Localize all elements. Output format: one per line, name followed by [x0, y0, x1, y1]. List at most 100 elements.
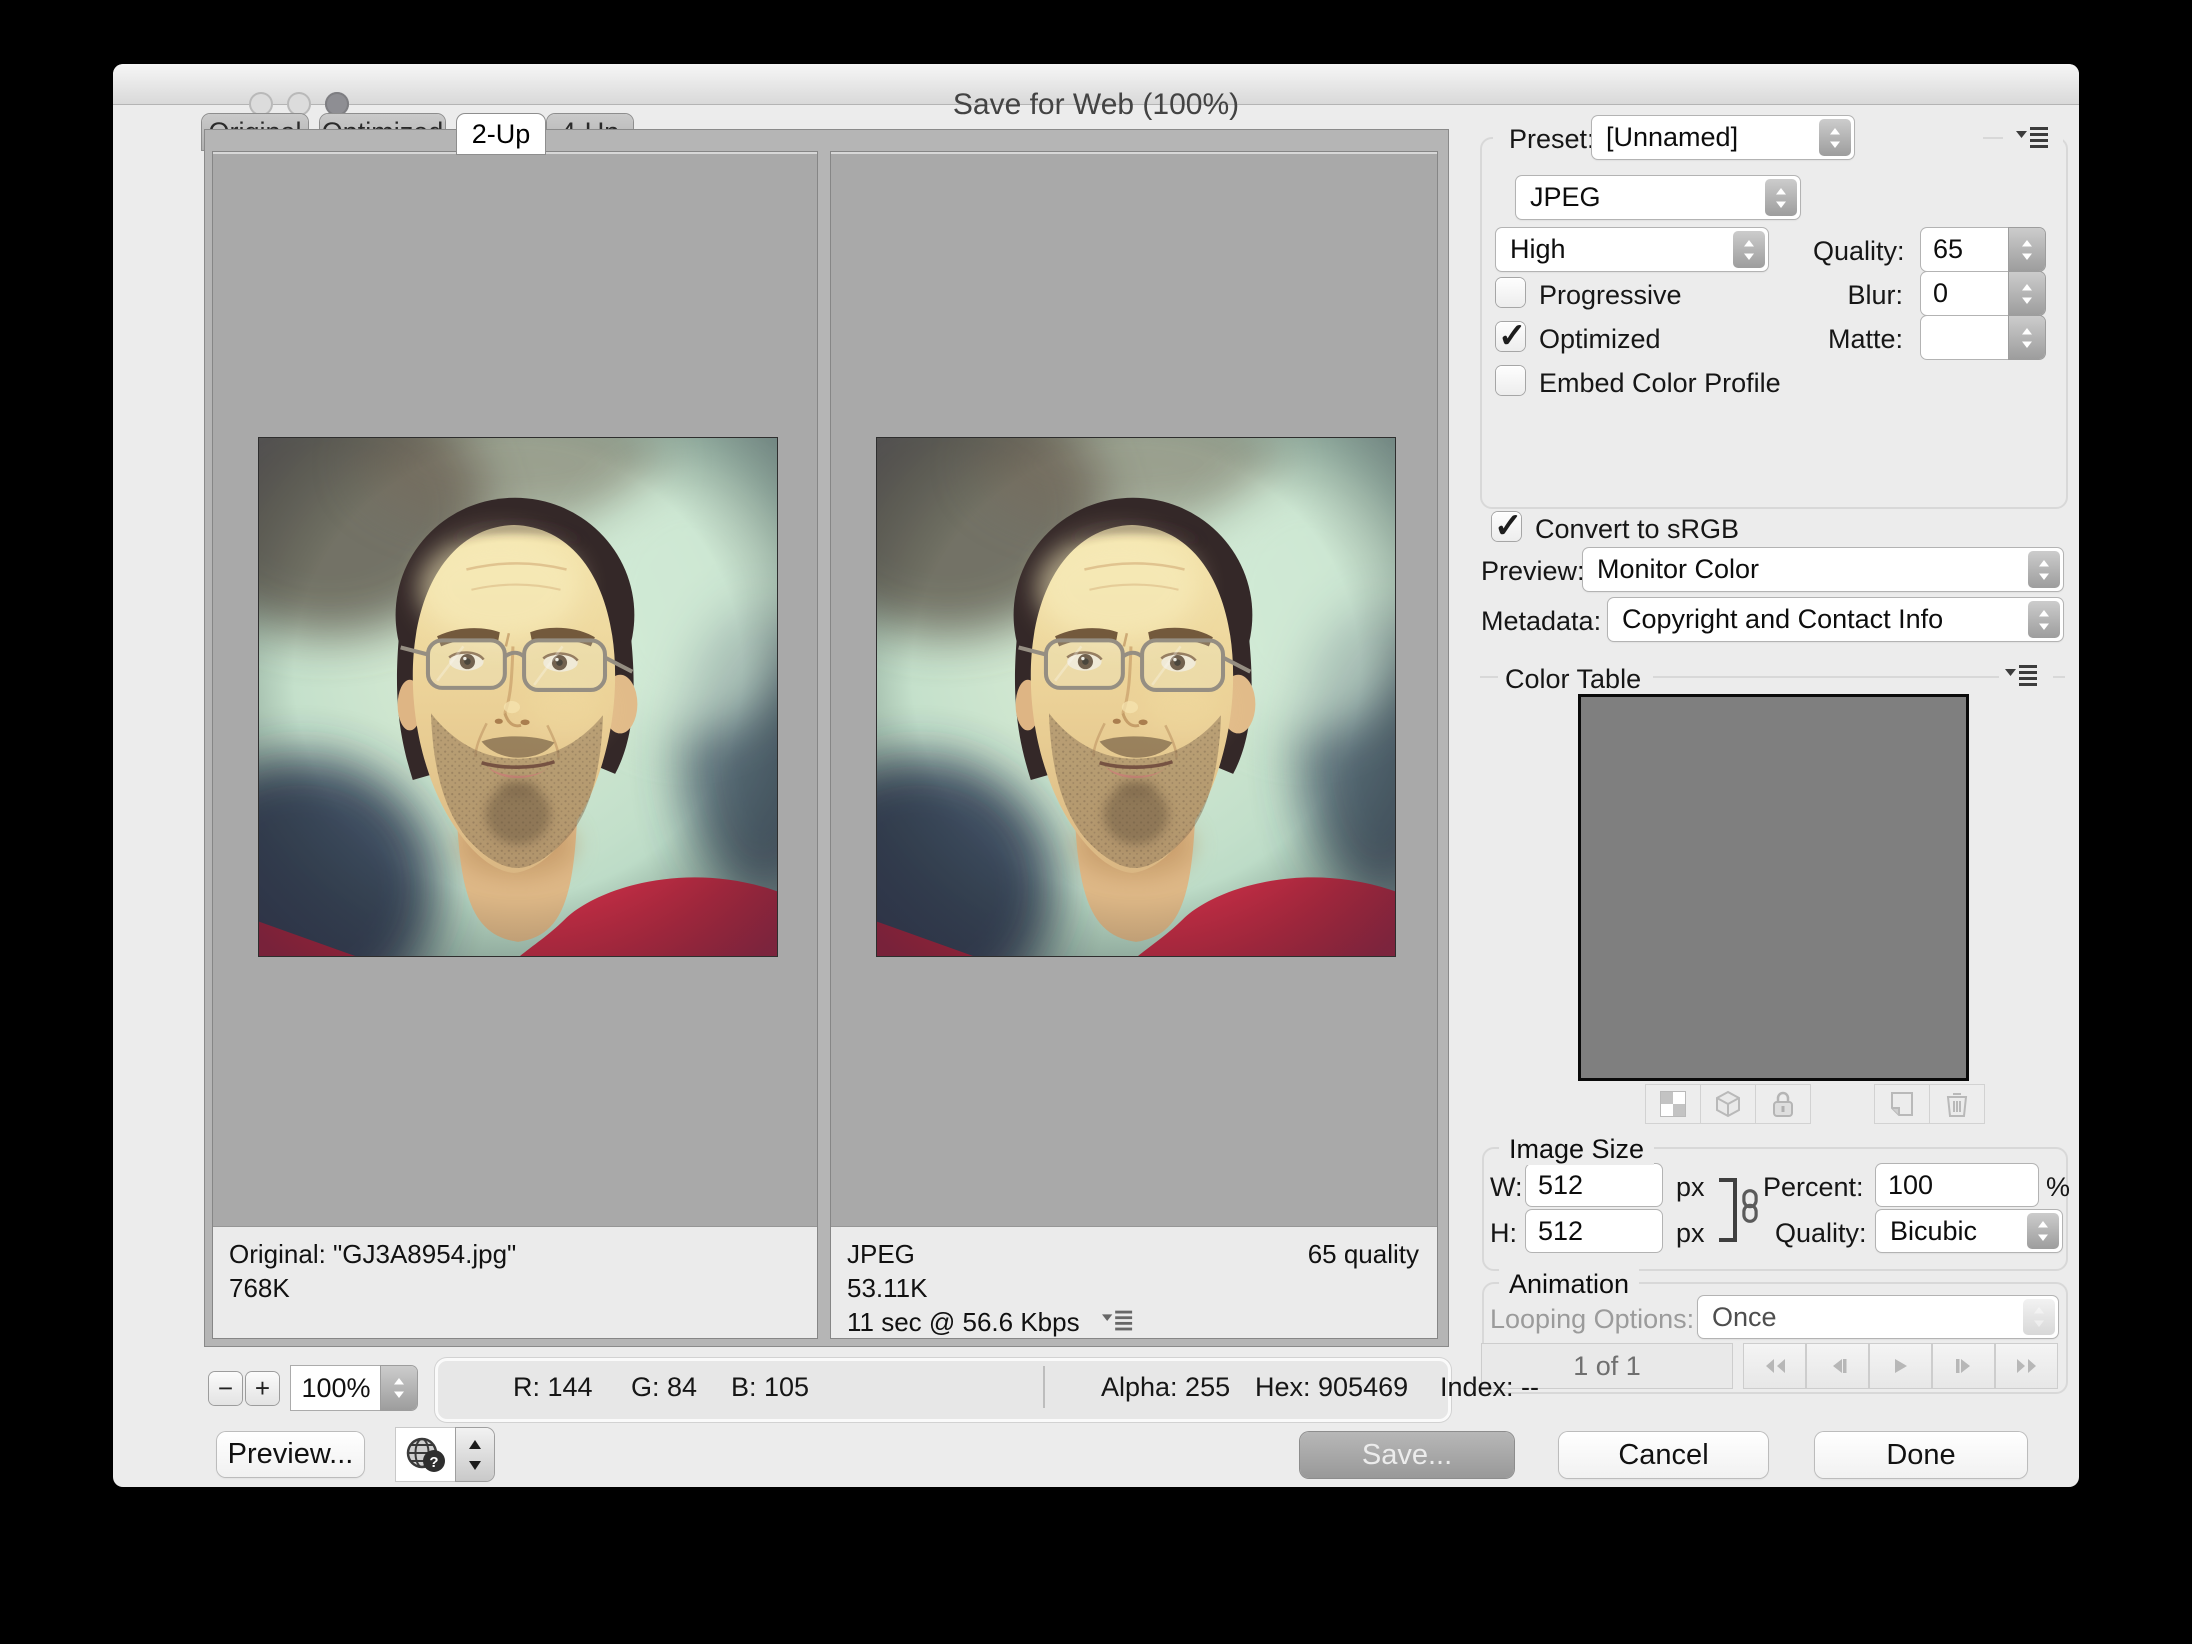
lock-color-button[interactable]	[1756, 1085, 1810, 1123]
image-width-field[interactable]: 512	[1526, 1164, 1662, 1206]
preview-menu-label: Preview:	[1481, 556, 1585, 587]
optimized-label: Optimized	[1539, 324, 1661, 355]
quality-field[interactable]: 65	[1921, 228, 2009, 271]
compression-quality-popup[interactable]: High	[1496, 228, 1768, 271]
color-table-line	[1480, 676, 1498, 678]
blur-field[interactable]: 0	[1921, 272, 2009, 315]
zoom-in-button[interactable]: +	[246, 1372, 279, 1405]
frame-counter-value: 1 of 1	[1573, 1351, 1641, 1382]
original-image[interactable]	[259, 438, 777, 956]
matte-field[interactable]	[1921, 316, 2009, 359]
title-bar[interactable]: Save for Web (100%)	[113, 64, 2079, 105]
image-width-label: W:	[1490, 1172, 1523, 1203]
original-preview-pane[interactable]: Original: "GJ3A8954.jpg" 768K	[213, 152, 817, 1338]
last-frame-button[interactable]	[1996, 1344, 2057, 1388]
preview-button-label: Preview...	[228, 1438, 354, 1471]
previous-frame-button[interactable]	[1807, 1344, 1868, 1388]
blur-stepper[interactable]	[2009, 272, 2045, 315]
popup-chevrons-icon	[1765, 179, 1797, 216]
optimized-quality-label: 65 quality	[1308, 1237, 1419, 1271]
preset-value: [Unnamed]	[1606, 122, 1738, 153]
cube-icon	[1714, 1090, 1742, 1118]
link-chain-icon	[1739, 1188, 1761, 1224]
color-table-swatches[interactable]	[1578, 694, 1969, 1081]
percent-label: Percent:	[1763, 1172, 1863, 1203]
readout-divider	[1043, 1366, 1045, 1408]
portrait-photo	[259, 438, 777, 956]
embed-color-profile-checkbox[interactable]	[1496, 366, 1525, 395]
convert-srgb-label: Convert to sRGB	[1535, 514, 1739, 545]
web-shift-button[interactable]	[1701, 1085, 1755, 1123]
popup-chevrons-icon	[1733, 231, 1765, 268]
percent-field[interactable]: 100	[1876, 1164, 2038, 1206]
optimized-checkbox[interactable]	[1496, 322, 1525, 351]
trash-icon	[1944, 1090, 1970, 1118]
optimized-image[interactable]	[877, 438, 1395, 956]
metadata-menu-label: Metadata:	[1481, 606, 1601, 637]
download-rate-menu-icon[interactable]	[1102, 1307, 1134, 1341]
color-table-menu-button[interactable]	[2005, 664, 2049, 690]
save-for-web-dialog: Save for Web (100%) Original Optimized 2…	[113, 64, 2079, 1487]
zoom-out-button[interactable]: −	[209, 1372, 242, 1405]
tab-2up[interactable]: 2-Up	[457, 114, 545, 154]
original-filename: Original: "GJ3A8954.jpg"	[229, 1237, 817, 1271]
matte-stepper[interactable]	[2009, 316, 2045, 359]
panel-menu-icon	[2005, 664, 2039, 688]
cancel-button[interactable]: Cancel	[1559, 1432, 1768, 1478]
zoom-level-field[interactable]: 100%	[291, 1366, 381, 1410]
play-button[interactable]	[1870, 1344, 1931, 1388]
optimized-preview-pane[interactable]: JPEG 53.11K 11 sec @ 56.6 Kbps 65 qualit…	[831, 152, 1437, 1338]
map-transparency-button[interactable]	[1646, 1085, 1700, 1123]
first-frame-button[interactable]	[1744, 1344, 1805, 1388]
preview-area: Original: "GJ3A8954.jpg" 768K JPEG 53.11…	[205, 130, 1448, 1346]
original-canvas[interactable]	[213, 152, 817, 1226]
browser-stepper[interactable]	[456, 1428, 494, 1481]
percent-unit: %	[2046, 1172, 2070, 1203]
preview-in-browser-button[interactable]: Preview...	[217, 1432, 364, 1477]
play-icon	[1890, 1356, 1912, 1376]
format-popup[interactable]: JPEG	[1516, 176, 1800, 219]
lock-icon	[1771, 1090, 1795, 1118]
transparency-checkerboard-icon	[1660, 1091, 1686, 1117]
popup-chevrons-icon	[2023, 1299, 2055, 1335]
select-browser-button[interactable]: ?	[396, 1428, 456, 1481]
metadata-menu-popup[interactable]: Copyright and Contact Info	[1608, 598, 2063, 641]
next-frame-icon	[1952, 1356, 1976, 1376]
quality-value: 65	[1933, 234, 1963, 265]
looping-options-popup[interactable]: Once	[1698, 1296, 2058, 1338]
original-filesize: 768K	[229, 1271, 817, 1305]
resample-quality-popup[interactable]: Bicubic	[1876, 1210, 2062, 1252]
color-table-line	[2053, 676, 2065, 678]
stepper-chevrons-icon	[2020, 282, 2034, 306]
percent-value: 100	[1888, 1170, 1933, 1201]
optimized-canvas[interactable]	[831, 152, 1437, 1226]
looping-options-value: Once	[1712, 1302, 1777, 1333]
save-button-label: Save...	[1362, 1439, 1452, 1472]
color-table-title: Color Table	[1505, 664, 1641, 695]
up-arrow-icon	[468, 1440, 482, 1450]
delete-color-button[interactable]	[1930, 1085, 1984, 1123]
new-swatch-page-icon	[1889, 1090, 1915, 1118]
stepper-chevrons-icon	[392, 1376, 406, 1400]
readout-red: R: 144	[513, 1372, 593, 1403]
image-height-value: 512	[1538, 1216, 1583, 1247]
done-button[interactable]: Done	[1815, 1432, 2027, 1478]
image-height-field[interactable]: 512	[1526, 1210, 1662, 1252]
image-height-unit: px	[1676, 1218, 1705, 1249]
preset-popup[interactable]: [Unnamed]	[1592, 116, 1854, 159]
preview-menu-popup[interactable]: Monitor Color	[1583, 548, 2063, 591]
popup-chevrons-icon	[2027, 1213, 2059, 1249]
optimized-filesize: 53.11K	[847, 1271, 1437, 1305]
quality-stepper[interactable]	[2009, 228, 2045, 271]
next-frame-button[interactable]	[1933, 1344, 1994, 1388]
first-frame-icon	[1762, 1356, 1788, 1376]
resample-quality-value: Bicubic	[1890, 1216, 1977, 1247]
optimized-info-strip: JPEG 53.11K 11 sec @ 56.6 Kbps 65 qualit…	[831, 1226, 1437, 1338]
save-button[interactable]: Save...	[1300, 1432, 1514, 1478]
preset-menu-button[interactable]	[2003, 126, 2063, 152]
convert-srgb-checkbox[interactable]	[1492, 512, 1521, 541]
color-table-line	[1653, 676, 1999, 678]
zoom-level-stepper[interactable]	[381, 1366, 417, 1410]
new-color-button[interactable]	[1875, 1085, 1929, 1123]
progressive-checkbox[interactable]	[1496, 278, 1525, 307]
